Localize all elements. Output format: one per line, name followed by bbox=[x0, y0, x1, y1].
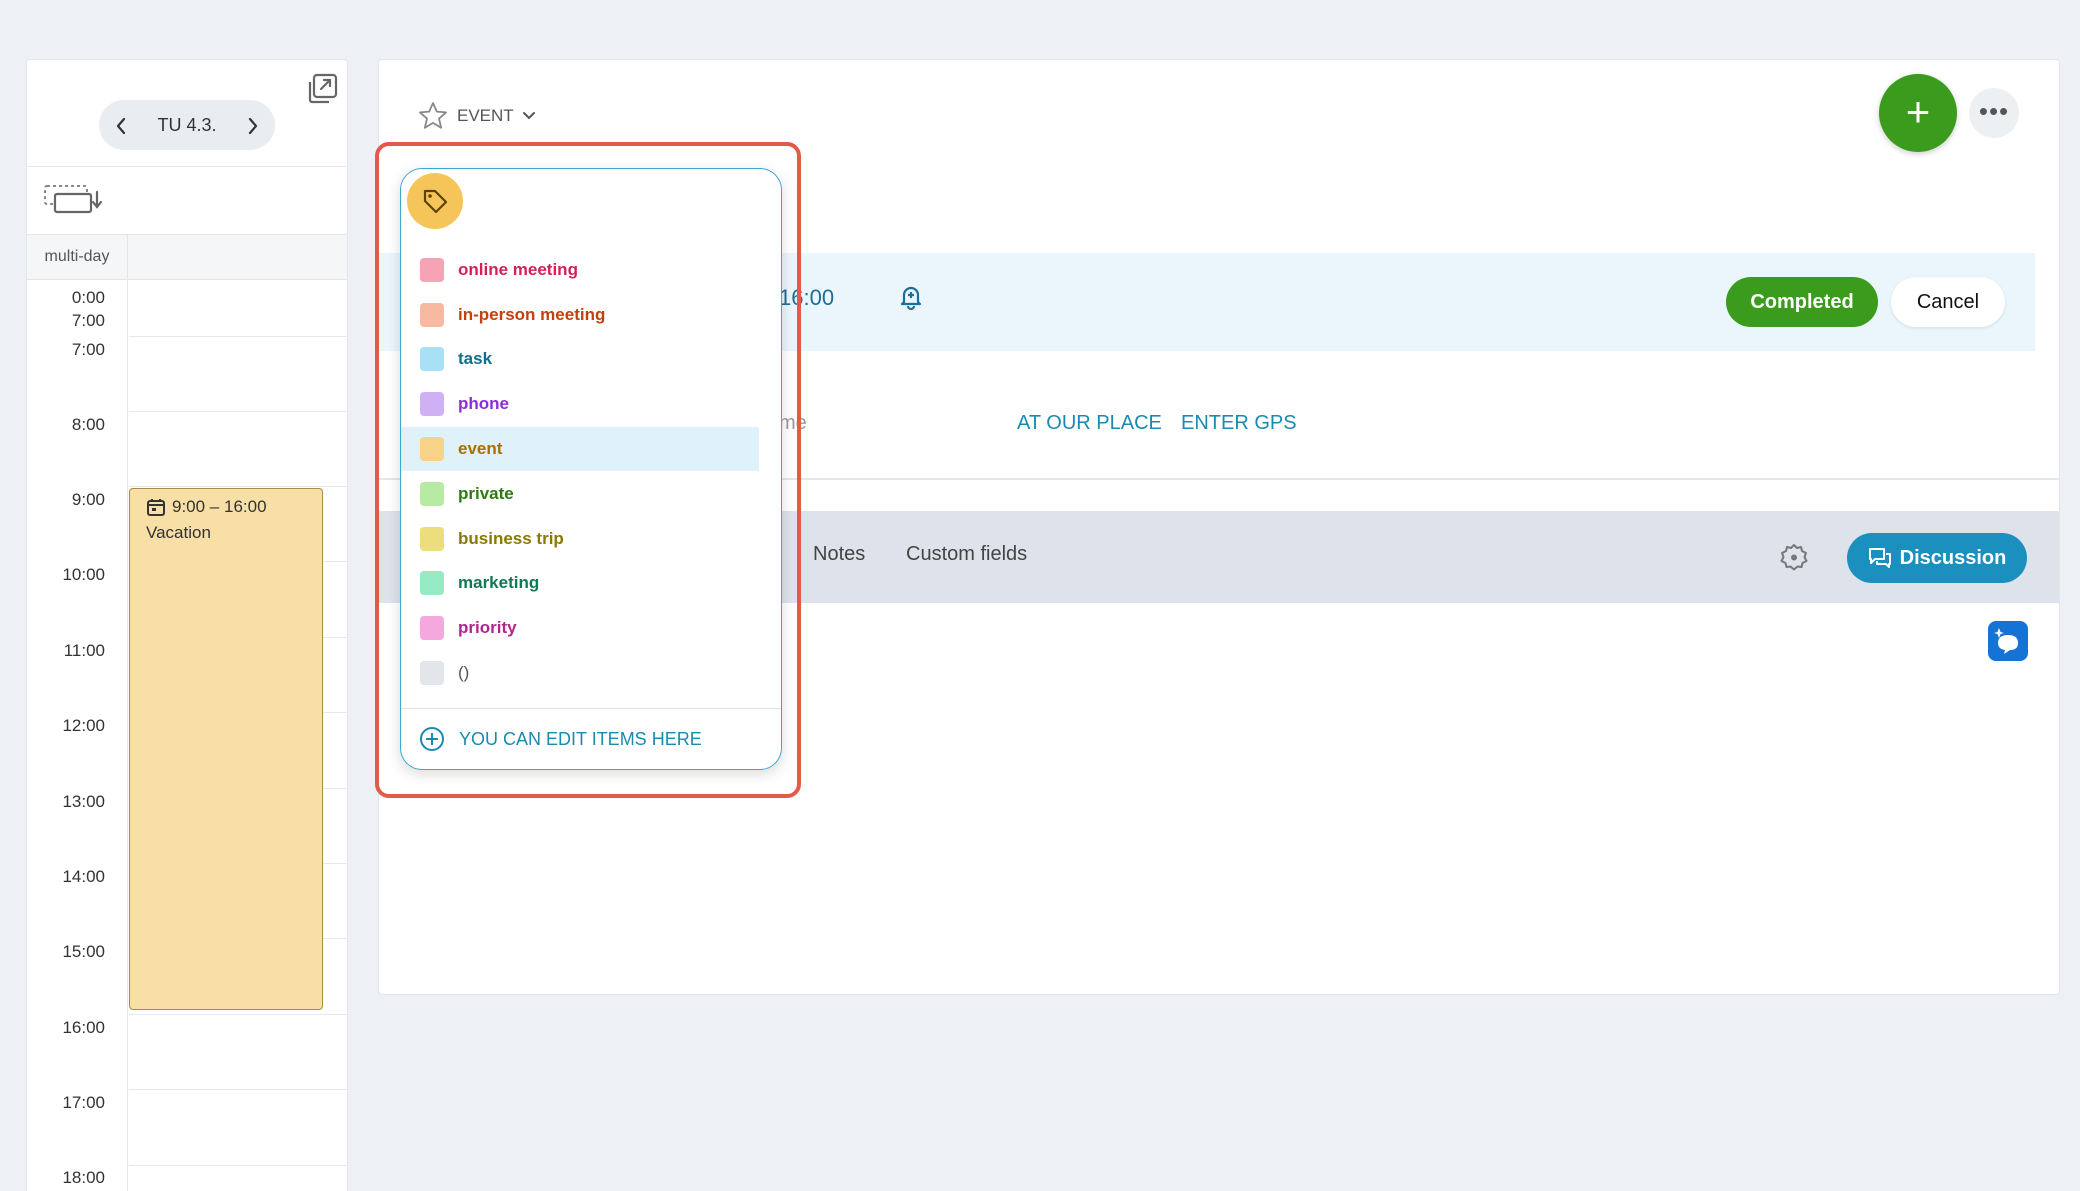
hour-label: 14:00 bbox=[62, 867, 105, 886]
next-day-button[interactable] bbox=[231, 100, 275, 150]
date-label[interactable]: TU 4.3. bbox=[143, 100, 231, 150]
event-title: Vacation bbox=[146, 523, 211, 542]
enter-gps-link[interactable]: ENTER GPS bbox=[1181, 412, 1297, 435]
chevron-left-icon bbox=[116, 117, 126, 134]
hour-label: 13:00 bbox=[62, 792, 105, 811]
tab-notes[interactable]: Notes bbox=[813, 543, 865, 566]
time-column-border bbox=[127, 278, 128, 1191]
hour-label: 12:00 bbox=[62, 716, 105, 735]
discussion-label: Discussion bbox=[1899, 546, 2007, 569]
more-options-button[interactable]: ••• bbox=[1969, 88, 2019, 138]
ai-assistant-icon[interactable] bbox=[1988, 621, 2028, 661]
hour-label: 17:00 bbox=[62, 1093, 105, 1112]
event-time-row: 9:00 – 16:00 bbox=[146, 497, 267, 517]
hour-label: 15:00 bbox=[62, 942, 105, 961]
calendar-icon bbox=[147, 499, 165, 516]
prev-day-button[interactable] bbox=[99, 100, 143, 150]
sparkle-chat-icon bbox=[1994, 628, 2018, 654]
date-navigator: TU 4.3. bbox=[99, 100, 275, 150]
more-icon: ••• bbox=[1978, 96, 2010, 126]
hour-label: 11:00 bbox=[63, 641, 105, 660]
event-time: 9:00 – 16:00 bbox=[172, 497, 267, 516]
allday-start-label: 0:00 bbox=[71, 288, 105, 307]
completed-button[interactable]: Completed bbox=[1726, 277, 1878, 327]
hour-label: 7:00 bbox=[71, 340, 105, 359]
allday-end-label: 7:00 bbox=[71, 311, 105, 330]
hour-label: 8:00 bbox=[71, 415, 105, 434]
hour-line bbox=[129, 1089, 347, 1090]
event-type-label: EVENT bbox=[457, 106, 514, 125]
discussion-button[interactable]: Discussion bbox=[1847, 533, 2027, 583]
reminder-bell-icon[interactable] bbox=[897, 283, 925, 311]
divider bbox=[27, 166, 347, 167]
hour-label: 9:00 bbox=[71, 490, 105, 509]
hour-label: 16:00 bbox=[62, 1018, 105, 1037]
hour-line bbox=[129, 411, 347, 412]
hour-line bbox=[129, 1165, 347, 1166]
tab-custom-fields[interactable]: Custom fields bbox=[906, 543, 1027, 566]
chevron-right-icon bbox=[248, 117, 258, 134]
calendar-event-vacation[interactable]: 9:00 – 16:00 Vacation bbox=[129, 488, 323, 1010]
highlight-annotation bbox=[375, 142, 801, 798]
hour-label: 18:00 bbox=[62, 1168, 105, 1187]
multi-day-label: multi-day bbox=[27, 235, 128, 279]
day-calendar-panel: TU 4.3. multi-day 0:00 7:00 7:00 8:00 9:… bbox=[26, 59, 348, 1191]
hour-line bbox=[129, 1014, 347, 1015]
popout-window-icon[interactable] bbox=[305, 72, 339, 106]
gear-icon[interactable] bbox=[1777, 541, 1811, 575]
chat-bubbles-icon bbox=[1868, 548, 1891, 568]
add-button[interactable]: + bbox=[1879, 74, 1957, 152]
multi-day-row: multi-day bbox=[27, 234, 347, 280]
event-type-selector[interactable]: EVENT bbox=[417, 96, 536, 136]
hour-label: 10:00 bbox=[62, 565, 105, 584]
cancel-button[interactable]: Cancel bbox=[1891, 277, 2005, 327]
hour-line bbox=[129, 486, 347, 487]
at-our-place-link[interactable]: AT OUR PLACE bbox=[1017, 412, 1162, 435]
hour-line bbox=[129, 336, 347, 337]
chevron-down-icon bbox=[522, 112, 535, 120]
star-icon[interactable] bbox=[417, 100, 449, 132]
view-toggle-icon[interactable] bbox=[43, 182, 107, 218]
